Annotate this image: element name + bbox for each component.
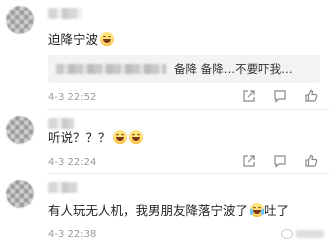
comment-text: 迫降宁波 xyxy=(48,32,115,48)
comment-text-content: 有人玩无人机，我男朋友降落宁波了 xyxy=(48,203,249,218)
timestamp: 4-3 22:24 xyxy=(48,157,97,168)
comment-icon[interactable] xyxy=(273,89,287,103)
comment-text: 听说？？？ xyxy=(48,130,143,146)
reply-text: 备降 备降…不要吓我… xyxy=(174,62,293,76)
username-blurred[interactable] xyxy=(48,182,78,193)
watermark xyxy=(281,229,324,239)
comment-icon[interactable] xyxy=(273,154,287,168)
username-blurred[interactable] xyxy=(48,8,82,19)
comment-text: 有人玩无人机，我男朋友降落宁波了 吐了 xyxy=(48,203,289,219)
reply-box[interactable]: 备降 备降…不要吓我… xyxy=(48,55,320,83)
weibo-logo-icon xyxy=(281,229,293,239)
crying-emoji xyxy=(250,203,265,217)
like-icon[interactable] xyxy=(304,154,318,168)
laughing-emoji xyxy=(128,130,143,144)
avatar[interactable] xyxy=(6,6,34,34)
comment-text-suffix: 吐了 xyxy=(264,203,290,218)
avatar[interactable] xyxy=(6,180,34,208)
comment-actions xyxy=(242,154,320,168)
laughing-emoji xyxy=(112,130,127,144)
like-icon[interactable] xyxy=(304,89,318,103)
timestamp: 4-3 22:52 xyxy=(48,92,97,103)
share-icon[interactable] xyxy=(242,154,256,168)
comment-text-content: 迫降宁波 xyxy=(48,32,99,47)
share-icon[interactable] xyxy=(242,89,256,103)
smiling-emoji xyxy=(100,32,115,46)
comment-actions xyxy=(226,226,240,240)
watermark-user-blurred xyxy=(296,230,324,238)
avatar[interactable] xyxy=(6,116,34,144)
reply-author-blurred xyxy=(56,64,166,74)
divider xyxy=(48,109,330,110)
divider xyxy=(48,173,330,174)
comment-actions xyxy=(242,89,320,103)
timestamp: 4-3 22:38 xyxy=(48,229,97,240)
username-blurred[interactable] xyxy=(48,118,74,129)
comment-text-content: 听说？？？ xyxy=(48,130,111,145)
